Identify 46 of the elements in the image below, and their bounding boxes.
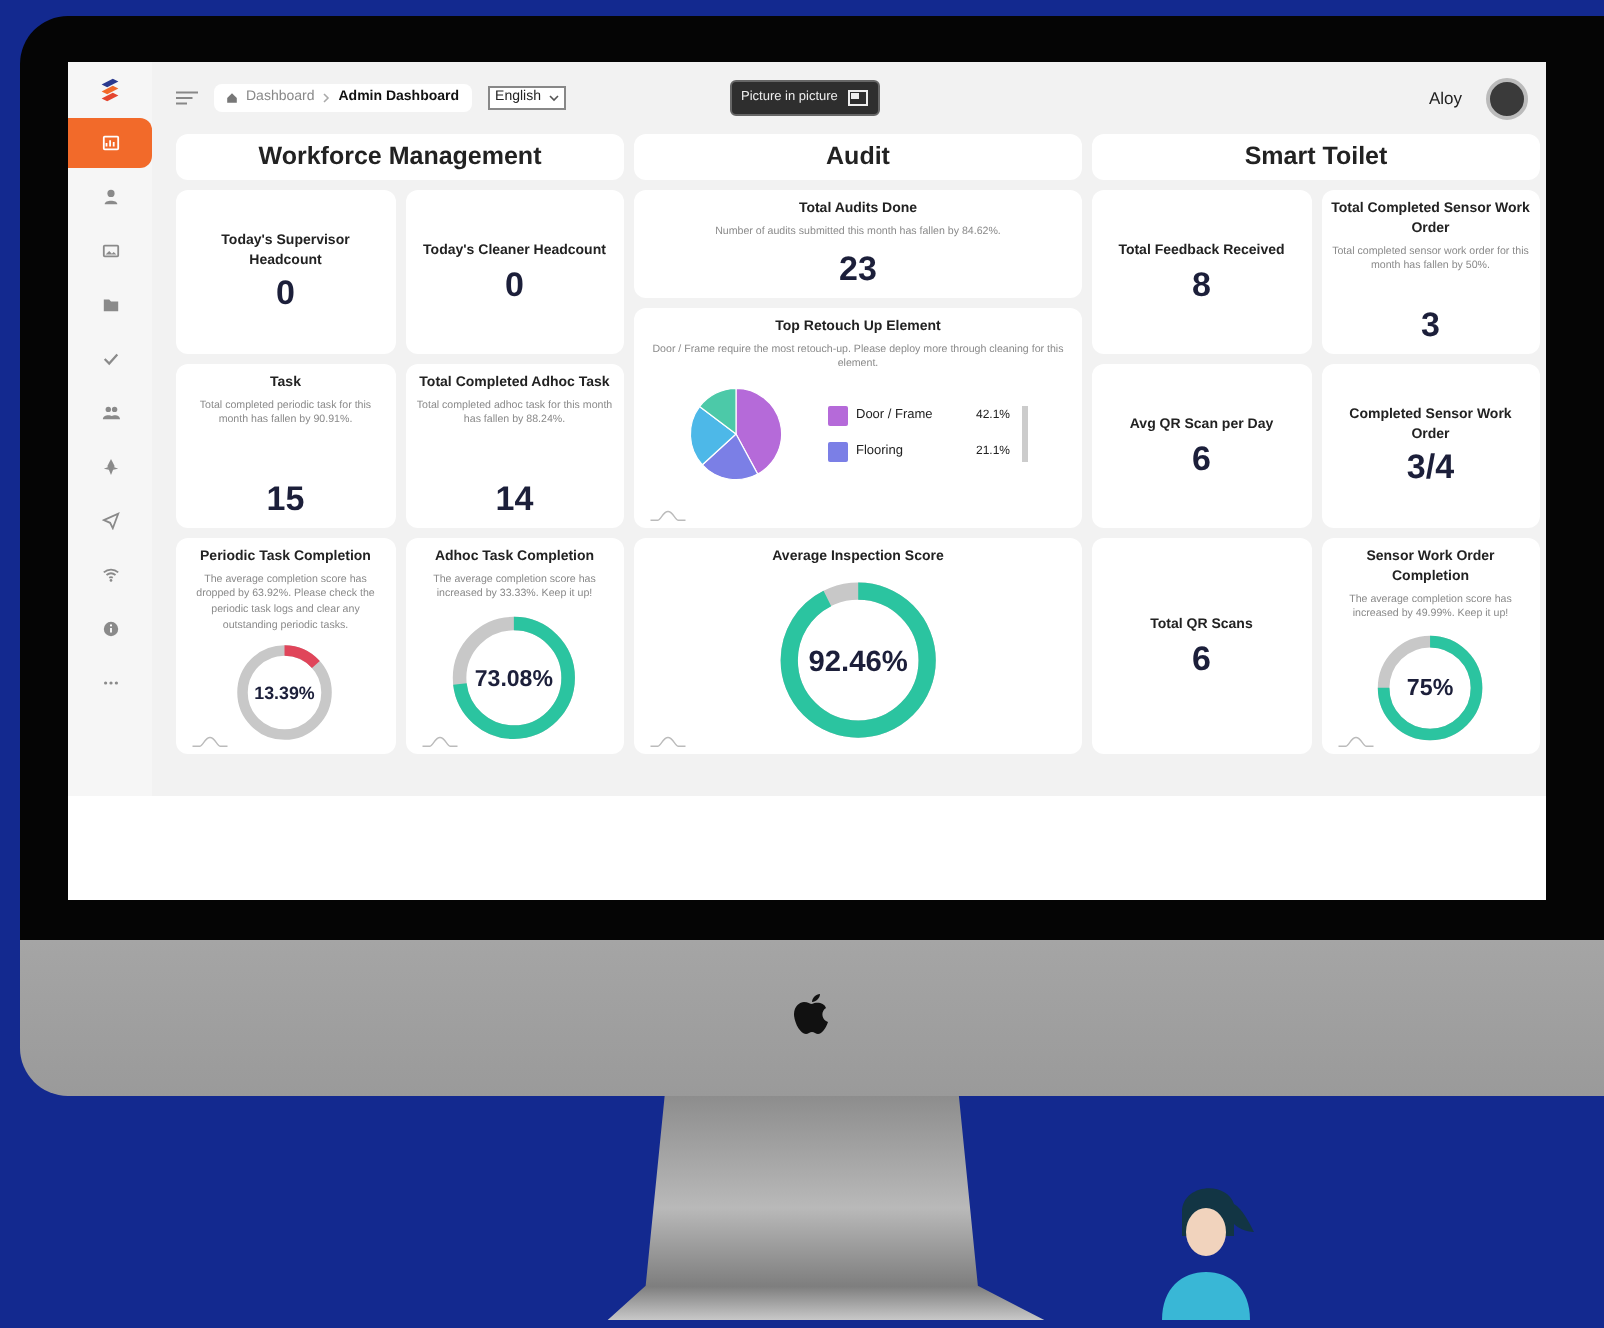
send-icon <box>101 512 119 530</box>
user-name: Aloy <box>1428 85 1462 111</box>
progress-ring <box>1378 635 1483 741</box>
logo-icon <box>792 990 832 1038</box>
logo-icon <box>96 76 124 104</box>
stat-value: 0 <box>505 267 524 305</box>
stat-value: 6 <box>1192 441 1211 479</box>
folder-icon <box>101 296 119 314</box>
stat-value: 14 <box>495 482 534 520</box>
percent-reading: 73.08% <box>475 668 554 693</box>
progress-ring <box>453 617 576 740</box>
progress-ring <box>238 646 333 741</box>
check-icon <box>101 350 119 368</box>
stat-value: 0 <box>276 276 295 315</box>
wave-icon <box>650 508 686 522</box>
stat-value: 15 <box>266 482 305 520</box>
wave-icon <box>1337 734 1373 748</box>
users-icon <box>101 404 119 422</box>
section-title: Smart Toilet <box>1092 134 1540 180</box>
percent-reading: 92.46% <box>808 646 908 679</box>
percent-reading: 75% <box>1407 674 1454 701</box>
stat-value: 3 <box>1421 308 1440 346</box>
picture-in-picture-icon <box>847 90 868 106</box>
rocket-icon <box>101 458 119 476</box>
avatar[interactable] <box>1486 77 1528 119</box>
menu-icon <box>176 90 198 106</box>
wave-icon <box>192 734 228 748</box>
stat-value: 23 <box>839 252 877 290</box>
image-icon <box>101 242 119 260</box>
section-title: Audit <box>634 134 1082 180</box>
wifi-icon <box>101 566 119 584</box>
sidebar-item[interactable] <box>68 118 152 168</box>
home-icon <box>226 92 238 104</box>
stat-value: 6 <box>1192 641 1211 679</box>
info-icon <box>101 620 119 638</box>
stat-value: 3/4 <box>1406 450 1455 489</box>
wave-icon <box>650 734 686 748</box>
chart-icon <box>101 134 119 152</box>
stat-value: 8 <box>1192 267 1211 305</box>
percent-reading: 13.39% <box>255 683 316 704</box>
wave-icon <box>421 734 457 748</box>
caret-icon <box>547 94 560 102</box>
user-icon <box>101 188 119 206</box>
pie-chart-drawing <box>688 386 784 483</box>
section-title: Workforce Management <box>176 134 624 180</box>
chevron-icon <box>322 92 331 104</box>
